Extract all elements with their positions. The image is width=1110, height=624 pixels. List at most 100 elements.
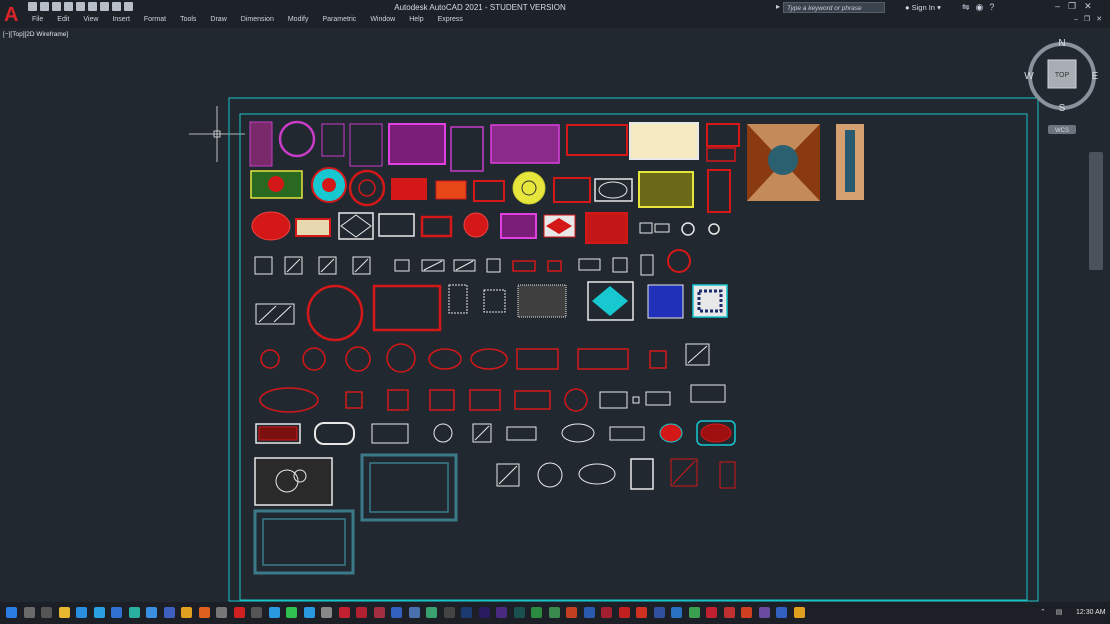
menu-view[interactable]: View bbox=[83, 16, 98, 23]
search-dropdown-icon[interactable]: ▸ bbox=[776, 2, 780, 11]
rug-block-row-6 bbox=[260, 343, 710, 373]
windows-start-icon[interactable] bbox=[6, 607, 17, 618]
sign-in-button[interactable]: ● Sign In ▾ bbox=[905, 3, 941, 12]
new-icon[interactable] bbox=[28, 2, 37, 11]
app-icon-9[interactable] bbox=[706, 607, 717, 618]
window-title: Autodesk AutoCAD 2021 - STUDENT VERSION bbox=[394, 3, 566, 12]
app-icon-6[interactable] bbox=[653, 607, 665, 618]
viewport-controls[interactable]: [−][Top][2D Wireframe] bbox=[3, 31, 68, 38]
menu-parametric[interactable]: Parametric bbox=[322, 16, 356, 23]
excel-icon[interactable] bbox=[531, 607, 542, 618]
autocad-window: A Autodesk AutoCAD 2021 - STUDENT VERSIO… bbox=[0, 0, 1110, 624]
task-view-icon[interactable] bbox=[41, 607, 52, 618]
menu-modify[interactable]: Modify bbox=[288, 16, 309, 23]
app-icon-12[interactable] bbox=[758, 607, 770, 618]
autodesk-a360-icon[interactable]: ◉ bbox=[976, 2, 990, 12]
menu-edit[interactable]: Edit bbox=[57, 16, 69, 23]
close-icon[interactable]: ✕ bbox=[1084, 1, 1100, 11]
save-icon[interactable] bbox=[52, 2, 61, 11]
store-icon[interactable] bbox=[93, 607, 105, 618]
powerpoint-icon[interactable] bbox=[566, 607, 577, 618]
project-icon[interactable] bbox=[548, 607, 560, 618]
save-as-icon[interactable] bbox=[64, 2, 73, 11]
drawing-canvas[interactable] bbox=[0, 42, 1110, 602]
mail-icon[interactable] bbox=[163, 607, 175, 618]
exchange-icon[interactable]: ⇋ bbox=[962, 2, 976, 12]
edge-icon[interactable] bbox=[128, 607, 140, 618]
app-icon-8[interactable] bbox=[688, 607, 700, 618]
taskbar-clock[interactable]: 12:30 AM bbox=[1076, 609, 1106, 616]
onedrive-icon[interactable] bbox=[76, 607, 87, 618]
viewcube[interactable]: TOP N S E W WCS bbox=[1018, 36, 1108, 136]
rug-block-row-2 bbox=[250, 167, 731, 213]
word-icon[interactable] bbox=[583, 607, 595, 618]
app-icon-14[interactable] bbox=[793, 607, 805, 618]
ie-icon[interactable] bbox=[146, 607, 157, 618]
chrome-icon[interactable] bbox=[181, 607, 192, 618]
firefox-icon[interactable] bbox=[198, 607, 210, 618]
photos-icon[interactable] bbox=[111, 607, 122, 618]
drawing-border-inner bbox=[239, 113, 1028, 601]
premiere-icon[interactable] bbox=[478, 607, 490, 618]
navigation-bar[interactable] bbox=[1089, 152, 1103, 270]
undo-icon[interactable] bbox=[112, 2, 121, 11]
media-icon[interactable] bbox=[251, 607, 262, 618]
menu-help[interactable]: Help bbox=[409, 16, 423, 23]
menu-file[interactable]: File bbox=[32, 16, 43, 23]
menu-window[interactable]: Window bbox=[370, 16, 395, 23]
compass-west[interactable]: W bbox=[1024, 71, 1034, 82]
autocad-lt-icon[interactable] bbox=[356, 607, 367, 618]
rug-block-row-3 bbox=[251, 211, 720, 244]
plot-icon[interactable] bbox=[100, 2, 109, 11]
help-icon[interactable]: ? bbox=[989, 2, 1000, 12]
skype-icon[interactable] bbox=[303, 607, 315, 618]
drawing-minimize-icon[interactable]: – bbox=[1074, 16, 1084, 23]
help-icons: ⇋◉? bbox=[962, 2, 1000, 13]
telegram-icon[interactable] bbox=[268, 607, 280, 618]
file-explorer-icon[interactable] bbox=[58, 607, 70, 618]
search-input[interactable]: Type a keyword or phrase bbox=[783, 2, 885, 13]
menu-draw[interactable]: Draw bbox=[210, 16, 226, 23]
menu-dimension[interactable]: Dimension bbox=[241, 16, 274, 23]
app-icon-13[interactable] bbox=[776, 607, 787, 618]
menu-tools[interactable]: Tools bbox=[180, 16, 196, 23]
minimize-icon[interactable]: – bbox=[1055, 1, 1068, 11]
web-save-icon[interactable] bbox=[88, 2, 97, 11]
menu-format[interactable]: Format bbox=[144, 16, 166, 23]
drawing-window-controls: –❐✕ bbox=[1074, 15, 1108, 23]
app-icon-4[interactable] bbox=[618, 607, 630, 618]
tray-icons[interactable]: ⌃ ▤ bbox=[1040, 609, 1066, 616]
rug-block-row-5 bbox=[255, 281, 728, 342]
app-icon-2[interactable] bbox=[408, 607, 420, 618]
app-icon-5[interactable] bbox=[636, 607, 647, 618]
compass-south[interactable]: S bbox=[1059, 103, 1066, 114]
app-icon-10[interactable] bbox=[723, 607, 735, 618]
navisworks-icon[interactable] bbox=[426, 607, 437, 618]
autocad-arch-icon[interactable] bbox=[373, 607, 385, 618]
audition-icon[interactable] bbox=[513, 607, 525, 618]
drawing-restore-icon[interactable]: ❐ bbox=[1084, 16, 1096, 23]
compass-north[interactable]: N bbox=[1058, 38, 1065, 49]
menu-express[interactable]: Express bbox=[438, 16, 463, 23]
autocad-logo-icon[interactable]: A bbox=[4, 4, 22, 26]
menu-insert[interactable]: Insert bbox=[112, 16, 130, 23]
app-icon-7[interactable] bbox=[671, 607, 682, 618]
vlc-icon[interactable] bbox=[216, 607, 227, 618]
drawing-close-icon[interactable]: ✕ bbox=[1096, 16, 1108, 23]
search-icon[interactable] bbox=[23, 607, 35, 618]
app-icon-3[interactable] bbox=[443, 607, 455, 618]
revit-icon[interactable] bbox=[391, 607, 402, 618]
app-icon-11[interactable] bbox=[741, 607, 752, 618]
compass-east[interactable]: E bbox=[1092, 71, 1099, 82]
photoshop-icon[interactable] bbox=[461, 607, 472, 618]
opera-icon[interactable] bbox=[233, 607, 245, 618]
redo-icon[interactable] bbox=[124, 2, 133, 11]
access-icon[interactable] bbox=[601, 607, 612, 618]
open-icon[interactable] bbox=[40, 2, 49, 11]
autocad-taskbar-icon[interactable] bbox=[338, 607, 350, 618]
app-icon-1[interactable] bbox=[321, 607, 332, 618]
maximize-icon[interactable]: ❐ bbox=[1068, 1, 1084, 11]
whatsapp-icon[interactable] bbox=[286, 607, 297, 618]
web-open-icon[interactable] bbox=[76, 2, 85, 11]
premiere-pro-icon[interactable] bbox=[496, 607, 507, 618]
